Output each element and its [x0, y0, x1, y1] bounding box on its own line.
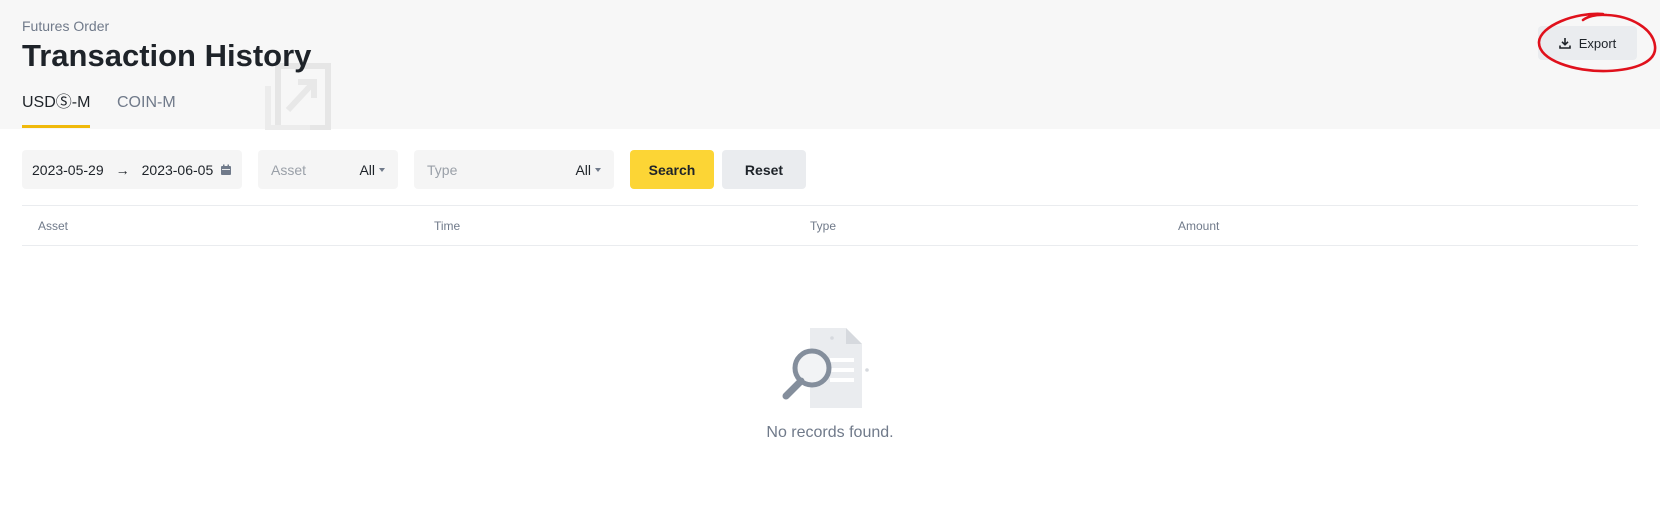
- caret-down-icon: [595, 167, 601, 172]
- page-header: Futures Order Transaction History USDⓈ-M…: [0, 0, 1660, 130]
- type-select-label: Type: [427, 161, 458, 178]
- type-select-value: All: [575, 161, 591, 178]
- asset-select-value: All: [359, 161, 375, 178]
- reset-button[interactable]: Reset: [722, 150, 806, 189]
- asset-select-label: Asset: [271, 161, 307, 178]
- table-header: Asset Time Type Amount: [22, 205, 1638, 246]
- type-select[interactable]: Type All: [414, 150, 614, 189]
- column-header-time: Time: [434, 219, 461, 233]
- date-end[interactable]: 2023-06-05: [142, 162, 214, 178]
- breadcrumb: Futures Order: [22, 18, 110, 34]
- column-header-amount: Amount: [1178, 219, 1220, 233]
- tab-usds-m[interactable]: USDⓈ-M: [22, 93, 91, 128]
- caret-down-icon: [379, 167, 385, 172]
- column-header-asset: Asset: [38, 219, 69, 233]
- date-start[interactable]: 2023-05-29: [32, 162, 104, 178]
- export-button[interactable]: Export: [1538, 26, 1637, 60]
- calendar-icon[interactable]: [220, 164, 232, 176]
- asset-select[interactable]: Asset All: [258, 150, 398, 189]
- date-separator: →: [115, 161, 130, 178]
- search-document-icon: [782, 328, 869, 408]
- date-range-picker[interactable]: 2023-05-29 → 2023-06-05: [22, 150, 242, 189]
- tab-coin-m[interactable]: COIN-M: [117, 93, 176, 113]
- page-title: Transaction History: [22, 38, 312, 73]
- column-header-type: Type: [810, 219, 837, 233]
- search-button[interactable]: Search: [630, 150, 714, 189]
- export-label: Export: [1578, 35, 1617, 51]
- download-icon: [1558, 38, 1571, 49]
- empty-state-message: No records found.: [766, 424, 894, 441]
